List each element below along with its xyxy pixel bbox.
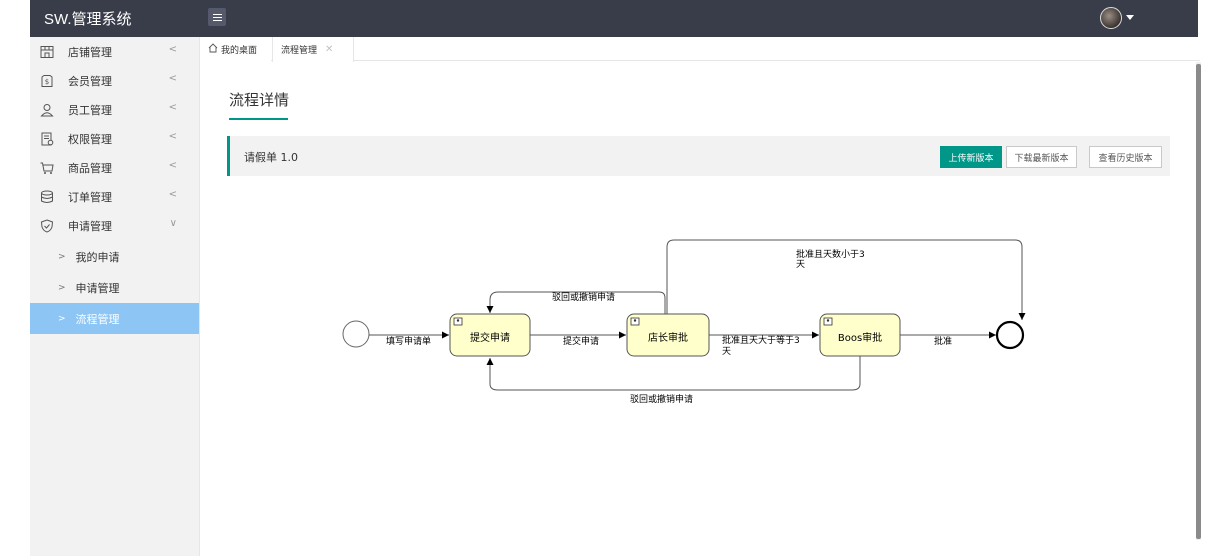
tab-label: 我的桌面 xyxy=(221,45,258,56)
user-task-icon-head xyxy=(826,319,830,322)
flow-label: 填写申请单 xyxy=(386,335,431,347)
flow-label: 批准 xyxy=(934,335,952,347)
top-bar: SW.管理系统 xyxy=(30,0,1198,37)
sidebar-item-product[interactable]: 商品管理 < xyxy=(30,153,199,182)
sidebar-item-member[interactable]: $ 会员管理 < xyxy=(30,66,199,95)
store-icon xyxy=(40,45,54,59)
user-task-icon-head xyxy=(456,319,460,322)
sidebar-subitem-application-management[interactable]: > 申请管理 xyxy=(30,272,199,303)
chevron-left-icon: < xyxy=(168,73,177,84)
start-event[interactable] xyxy=(342,320,370,348)
tab-home[interactable]: 我的桌面 xyxy=(200,37,271,61)
main-content: 流程详情 请假单 1.0 上传新版本 下载最新版本 查看历史版本 提交申请 店长… xyxy=(200,62,1196,556)
sidebar-subitem-process-management[interactable]: > 流程管理 xyxy=(30,303,199,334)
task-boss[interactable]: Boos审批 xyxy=(819,313,901,357)
sidebar-item-store[interactable]: 店铺管理 < xyxy=(30,37,199,66)
sidebar-item-order[interactable]: 订单管理 < xyxy=(30,182,199,211)
flow-label: 天 xyxy=(722,347,731,357)
close-icon[interactable]: ✕ xyxy=(325,44,333,55)
chevron-left-icon: < xyxy=(168,160,177,171)
user-task-icon-head xyxy=(633,319,637,322)
sidebar-subitem-label: 我的申请 xyxy=(75,250,120,264)
app-title: SW.管理系统 xyxy=(44,11,132,28)
caret-down-icon[interactable] xyxy=(1126,15,1134,20)
sidebar-subitem-label: 申请管理 xyxy=(75,281,120,295)
chevron-left-icon: < xyxy=(168,102,177,113)
sidebar-item-label: 申请管理 xyxy=(68,219,112,233)
sidebar-subitem-my-applications[interactable]: > 我的申请 xyxy=(30,241,199,272)
tab-process-management[interactable]: 流程管理 ✕ xyxy=(272,37,354,62)
home-icon xyxy=(208,42,218,56)
flow-label: 提交申请 xyxy=(563,335,599,347)
sidebar-item-application[interactable]: 申请管理 ∨ xyxy=(30,211,199,240)
flow-label: 驳回或撤销申请 xyxy=(552,291,615,303)
right-margin xyxy=(1201,0,1228,556)
database-icon xyxy=(40,190,54,204)
left-margin xyxy=(0,0,30,556)
sidebar-item-label: 权限管理 xyxy=(68,132,112,146)
sidebar: 店铺管理 < $ 会员管理 < 员工管理 < 权限管理 < 商品管理 < 订单管… xyxy=(30,37,200,556)
sidebar-subitem-label: 流程管理 xyxy=(75,312,120,326)
sidebar-item-label: 订单管理 xyxy=(68,190,112,204)
member-icon: $ xyxy=(40,74,54,88)
task-label: 店长审批 xyxy=(648,331,688,344)
svg-text:$: $ xyxy=(45,78,49,86)
end-event[interactable] xyxy=(995,320,1025,350)
sidebar-item-staff[interactable]: 员工管理 < xyxy=(30,95,199,124)
flow-label: 批准且天大于等于3 xyxy=(722,334,800,346)
sidebar-item-label: 会员管理 xyxy=(68,74,112,88)
flow-reject-bottom[interactable] xyxy=(486,356,861,391)
permission-icon xyxy=(40,132,54,146)
sidebar-item-label: 商品管理 xyxy=(68,161,112,175)
avatar[interactable] xyxy=(1100,7,1122,29)
shield-icon xyxy=(40,218,54,233)
chevron-right-icon: > xyxy=(58,251,66,262)
chevron-left-icon: < xyxy=(168,189,177,200)
sidebar-item-label: 店铺管理 xyxy=(68,45,112,59)
task-submit[interactable]: 提交申请 xyxy=(449,313,531,357)
menu-toggle-icon[interactable] xyxy=(208,8,226,26)
flow-label: 天 xyxy=(796,260,805,270)
tab-label: 流程管理 xyxy=(281,46,318,56)
cart-icon xyxy=(40,161,54,175)
chevron-right-icon: > xyxy=(58,313,66,324)
chevron-left-icon: < xyxy=(168,131,177,142)
task-label: Boos审批 xyxy=(838,331,882,344)
sidebar-item-permission[interactable]: 权限管理 < xyxy=(30,124,199,153)
flow-label: 驳回或撤销申请 xyxy=(630,393,693,405)
chevron-right-icon: > xyxy=(58,282,66,293)
task-manager[interactable]: 店长审批 xyxy=(626,313,710,357)
flow-label: 批准且天数小于3 xyxy=(796,248,865,260)
task-label: 提交申请 xyxy=(470,331,510,344)
tab-bar: 我的桌面 流程管理 ✕ xyxy=(200,37,1200,62)
staff-icon xyxy=(40,103,54,117)
process-diagram: 提交申请 店长审批 Boos审批 填写申请单 提交申请 驳回或撤销申请 驳回或撤… xyxy=(342,239,1026,405)
sidebar-item-label: 员工管理 xyxy=(68,103,112,117)
chevron-left-icon: < xyxy=(168,44,177,55)
chevron-down-icon: ∨ xyxy=(169,218,177,229)
